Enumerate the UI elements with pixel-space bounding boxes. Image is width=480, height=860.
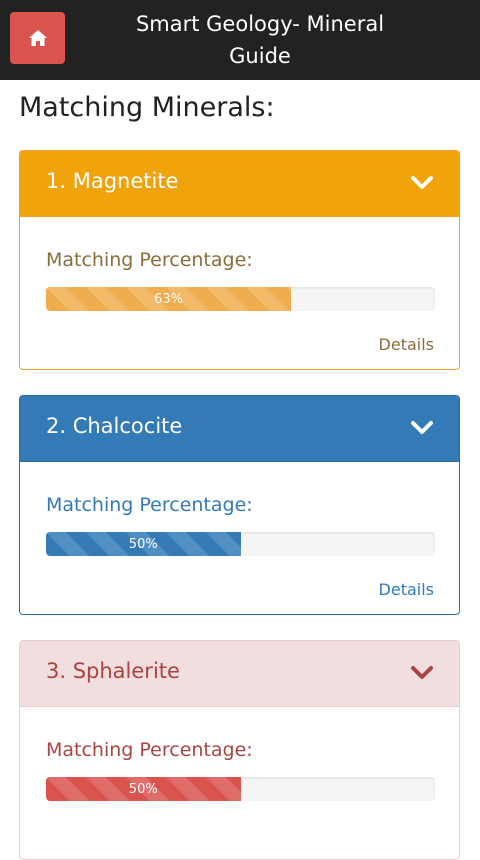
panel-header[interactable]: 2. Chalcocite xyxy=(20,396,459,462)
mineral-panel-magnetite: 1. Magnetite Matching Percentage: 63% De… xyxy=(19,150,460,370)
mineral-panel-sphalerite: 3. Sphalerite Matching Percentage: 50% xyxy=(19,640,460,860)
top-bar: Smart Geology- Mineral Guide xyxy=(0,0,480,80)
mineral-panel-chalcocite: 2. Chalcocite Matching Percentage: 50% D… xyxy=(19,395,460,615)
progress-fill: 50% xyxy=(46,777,241,801)
page-heading: Matching Minerals: xyxy=(19,92,275,123)
panel-header[interactable]: 1. Magnetite xyxy=(20,151,459,217)
panel-body: Matching Percentage: 50% xyxy=(20,707,459,857)
progress-fill: 50% xyxy=(46,532,241,556)
home-button[interactable] xyxy=(10,12,65,64)
app-title-line-1: Smart Geology- Mineral xyxy=(135,12,385,36)
chevron-down-icon[interactable] xyxy=(411,665,433,681)
progress-bar: 50% xyxy=(46,777,435,801)
mineral-title: 1. Magnetite xyxy=(46,169,179,193)
matching-percentage-label: Matching Percentage: xyxy=(46,739,253,761)
mineral-title: 3. Sphalerite xyxy=(46,659,180,683)
chevron-down-icon[interactable] xyxy=(411,175,433,191)
progress-fill: 63% xyxy=(46,287,292,311)
progress-bar: 63% xyxy=(46,287,435,311)
details-link[interactable]: Details xyxy=(379,580,434,599)
matching-percentage-label: Matching Percentage: xyxy=(46,494,253,516)
panel-body: Matching Percentage: 50% Details xyxy=(20,462,459,612)
chevron-down-icon[interactable] xyxy=(411,420,433,436)
matching-percentage-label: Matching Percentage: xyxy=(46,249,253,271)
mineral-title: 2. Chalcocite xyxy=(46,414,183,438)
panel-header[interactable]: 3. Sphalerite xyxy=(20,641,459,707)
progress-bar: 50% xyxy=(46,532,435,556)
app-title: Smart Geology- Mineral Guide xyxy=(95,8,425,72)
details-link[interactable]: Details xyxy=(379,335,434,354)
panel-body: Matching Percentage: 63% Details xyxy=(20,217,459,367)
app-title-line-2: Guide xyxy=(229,44,291,68)
home-icon xyxy=(28,30,47,46)
